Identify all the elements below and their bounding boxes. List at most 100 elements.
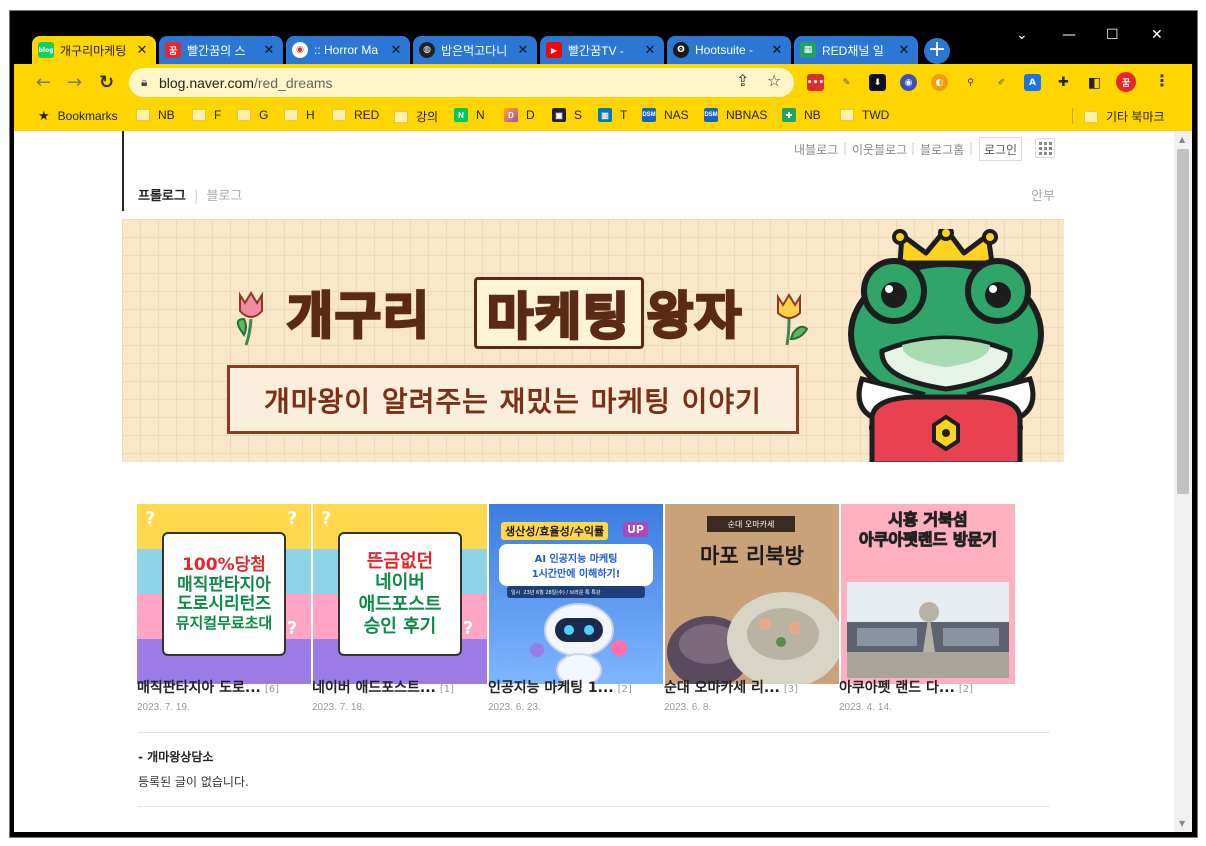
url-path: /red_dreams [253,74,333,91]
side-panel-icon[interactable]: ◧ [1086,74,1103,91]
bookmark-item[interactable]: ▥ T [598,108,627,122]
section-title[interactable]: - 개마왕상담소 [138,748,213,765]
post-title-text: 인공지능 마케팅 1... [488,680,614,696]
new-tab-button[interactable]: + [924,38,950,64]
thumb-badge: UP [623,522,648,537]
building-photo-icon [847,582,1009,678]
divider: | [911,141,916,155]
extension-download-icon[interactable]: ⬇ [869,74,886,91]
comment-count: [3] [783,684,799,695]
menu-kebab-icon[interactable]: ⋮ [1154,71,1170,90]
close-icon[interactable]: ✕ [896,43,912,58]
reload-icon[interactable]: ↻ [99,72,114,93]
tab-horror[interactable]: ◉ :: Horror Ma ✕ [286,36,410,64]
other-bookmarks[interactable]: 기타 북마크 [1084,108,1165,125]
guestbook-link[interactable]: 안부 [1031,185,1055,204]
extension-search-icon[interactable]: ⚲ [962,74,979,91]
share-icon[interactable]: ⇪ [736,71,749,90]
thumb-text: 일시 [511,589,521,596]
post-title-text: 네이버 애드포스트... [312,680,436,696]
tab-red-dream[interactable]: 꿈 빨간꿈의 스 ✕ [159,36,283,64]
tulip-icon [236,291,263,346]
bookmark-folder[interactable]: G [237,108,268,122]
thumb-text: 1시간만에 이해하기! [531,569,621,580]
youtube-favicon-icon: ▶ [546,42,562,58]
extension-a-icon[interactable]: A [1024,74,1041,91]
bookmark-item[interactable]: DD [504,108,535,122]
close-icon[interactable]: ✕ [515,43,531,58]
scrollbar[interactable]: ▲ ▼ [1174,131,1192,832]
blog-home-link[interactable]: 블로그홈 [920,141,964,158]
tab-title: RED채널 일 [822,43,884,58]
scroll-up-icon[interactable]: ▲ [1179,135,1185,144]
extension-cursor-icon[interactable]: ✐ [993,74,1010,91]
bookmark-folder[interactable]: F [192,108,221,122]
tab-prologue[interactable]: 프롤로그 [138,189,186,204]
thumb-label: 순대 오마카세 [707,516,795,532]
tab-title: 개구리마케팅 [60,43,127,58]
bookmark-folder[interactable]: 강의 [394,108,438,125]
back-icon[interactable]: ← [36,72,51,93]
login-button[interactable]: 로그인 [979,137,1022,161]
post-title-link[interactable]: 매직판타지아 도로... [6] [137,677,279,697]
tab-blog[interactable]: blog 개구리마케팅 ✕ [32,36,156,64]
tab-hootsuite[interactable]: ʘ Hootsuite - ✕ [667,36,791,64]
post-thumbnail[interactable]: 순대 오마카세 마포 리북방 [665,504,839,684]
extension-red-icon[interactable]: ••• [807,74,824,91]
extension-firefox-icon[interactable]: ◉ [900,74,917,91]
bookmark-star-icon[interactable]: ☆ [767,71,781,90]
post-title-link[interactable]: 아쿠아펫 랜드 다... [2] [839,677,973,697]
tab-youtube[interactable]: ▶ 빨간꿈TV - ✕ [540,36,664,64]
tab-globe[interactable]: ◍ 밥은먹고다니 ✕ [413,36,537,64]
divider: | [843,141,848,155]
bookmark-folder[interactable]: NB [136,108,175,122]
post-title-text: 매직판타지아 도로... [137,680,261,696]
tab-blog-posts[interactable]: 블로그 [207,189,243,204]
bookmark-item[interactable]: DSM NBNAS [704,108,767,122]
post-thumbnail[interactable]: 뜬금없던 네이버 애드포스트 승인 후기 ? ? [313,504,487,684]
post-thumbnail[interactable]: 100%당첨 매직판타지아 도로시리턴즈 뮤지컬무료초대 ? ? ? [137,504,311,684]
bookmark-folder[interactable]: H [284,108,315,122]
thumb-card: 뜬금없던 네이버 애드포스트 승인 후기 [338,532,462,656]
extension-orange-icon[interactable]: ◐ [931,74,948,91]
minimize-icon[interactable]: — [1062,27,1076,43]
scroll-down-icon[interactable]: ▼ [1179,819,1185,828]
post-thumbnail[interactable]: 생산성/효율성/수익률 UP AI 인공지능 마케팅 1시간만에 이해하기! 일… [489,504,663,684]
close-icon[interactable]: ✕ [642,43,658,58]
address-bar[interactable]: 🔒︎ blog.naver.com/red_dreams [129,68,794,97]
post-thumbnail[interactable]: 시흥 거북섬 아쿠아펫랜드 방문기 [841,504,1015,684]
close-icon[interactable]: ✕ [388,43,404,58]
bookmark-item[interactable]: DSM NAS [642,108,689,122]
close-window-icon[interactable]: ✕ [1151,27,1163,43]
apps-grid-icon[interactable] [1035,138,1055,158]
post-title-link[interactable]: 네이버 애드포스트... [1] [312,677,454,697]
profile-avatar-icon[interactable]: 꿈 [1116,72,1136,92]
tab-title: Hootsuite - [695,43,754,57]
comment-count: [1] [439,684,455,695]
close-icon[interactable]: ✕ [261,43,277,58]
close-icon[interactable]: ✕ [134,43,150,58]
tab-search-icon[interactable]: ⌄ [1016,27,1028,43]
my-blog-link[interactable]: 내블로그 [794,141,838,158]
bookmark-folder[interactable]: TWD [840,108,889,122]
post-title-link[interactable]: 순대 오마카세 리... [3] [664,677,798,697]
star-icon: ★ [38,108,50,123]
tab-red-channel[interactable]: ▦ RED채널 일 ✕ [794,36,918,64]
bookmark-item[interactable]: ▣ S [552,108,582,122]
close-icon[interactable]: ✕ [769,43,785,58]
forward-icon[interactable]: → [67,72,82,93]
thumb-text: 도로시리턴즈 [177,594,271,615]
extensions-puzzle-icon[interactable]: ✚ [1055,74,1072,91]
extension-pen-icon[interactable]: ✎ [838,74,855,91]
bookmark-item[interactable]: ★ Bookmarks [38,108,118,124]
lock-icon: 🔒︎ [141,75,148,89]
post-title-link[interactable]: 인공지능 마케팅 1... [2] [488,677,632,697]
bookmark-item[interactable]: NN [454,108,485,122]
bookmark-item[interactable]: ✚ NB [782,108,821,122]
scroll-thumb[interactable] [1177,149,1189,494]
neighbor-blog-link[interactable]: 이웃블로그 [852,141,907,158]
bookmark-folder[interactable]: RED [332,108,379,122]
blog-nav: 프롤로그 | 블로그 [138,185,242,204]
post-date: 2023. 6. 8. [664,702,712,713]
maximize-icon[interactable]: ☐ [1106,27,1119,43]
